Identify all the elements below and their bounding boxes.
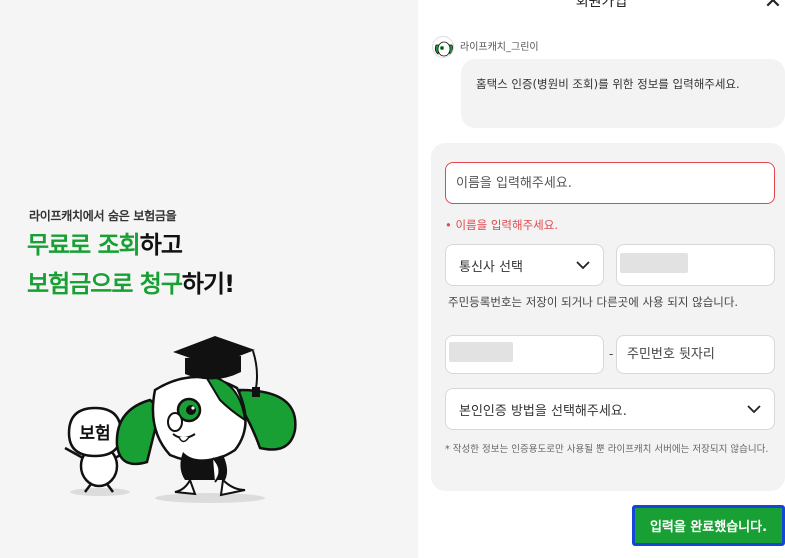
info-form-card: • 이름을 입력해주세요. 통신사 선택 주민등록번호는 저장이 되거나 다른곳… <box>431 143 785 491</box>
headline-highlight: 무료로 조회 <box>27 231 141 259</box>
bot-message-bubble: 홈택스 인증(병원비 조회)를 위한 정보를 입력해주세요. <box>461 59 785 128</box>
headline-text: 하고 <box>139 231 183 259</box>
bot-avatar-icon <box>434 38 453 57</box>
rrn-front-input[interactable] <box>445 335 604 374</box>
promo-tagline: 라이프캐치에서 숨은 보험금을 <box>29 209 177 223</box>
signup-modal: 회원가입 ✕ 라이프캐치_그린이 홈택스 인증(병원비 조회)를 위한 정보를 … <box>418 0 785 558</box>
carrier-select-label: 통신사 선택 <box>459 259 523 275</box>
mascot-illustration: 보험 <box>64 336 297 503</box>
promo-panel: 라이프캐치에서 숨은 보험금을 무료로 조회하고 보험금으로 청구하기! 보험 <box>0 0 418 558</box>
headline-text: 하기! <box>181 270 235 298</box>
promo-headline-line1: 무료로 조회하고 <box>27 231 183 259</box>
rrn-back-input[interactable] <box>616 335 775 374</box>
privacy-footnote: * 작성한 정보는 인증용도로만 사용될 뿐 라이프캐치 서버에는 저장되지 않… <box>445 444 769 455</box>
modal-title: 회원가입 <box>575 0 628 10</box>
chevron-down-icon <box>747 404 761 413</box>
rrn-notice: 주민등록번호는 저장이 되거나 다른곳에 사용 되지 않습니다. <box>448 295 739 309</box>
carrier-select[interactable]: 통신사 선택 <box>445 244 604 286</box>
headline-highlight: 보험금으로 청구 <box>27 270 183 298</box>
bot-avatar <box>432 36 454 58</box>
name-error-message: • 이름을 입력해주세요. <box>445 218 558 232</box>
close-icon[interactable]: ✕ <box>763 0 783 13</box>
auth-method-label: 본인인증 방법을 선택해주세요. <box>459 403 627 419</box>
rrn-dash: - <box>609 347 614 361</box>
promo-headline-line2: 보험금으로 청구하기! <box>27 270 235 298</box>
sign-text: 보험 <box>79 423 110 444</box>
name-input[interactable] <box>445 162 775 204</box>
chevron-down-icon <box>576 260 590 269</box>
masked-phone-value <box>620 253 688 273</box>
phone-number-input[interactable] <box>616 244 775 286</box>
bot-name: 라이프캐치_그린이 <box>460 42 539 53</box>
submit-button[interactable]: 입력을 완료했습니다. <box>632 505 785 546</box>
auth-method-select[interactable]: 본인인증 방법을 선택해주세요. <box>445 388 775 430</box>
masked-rrn-value <box>449 342 513 362</box>
